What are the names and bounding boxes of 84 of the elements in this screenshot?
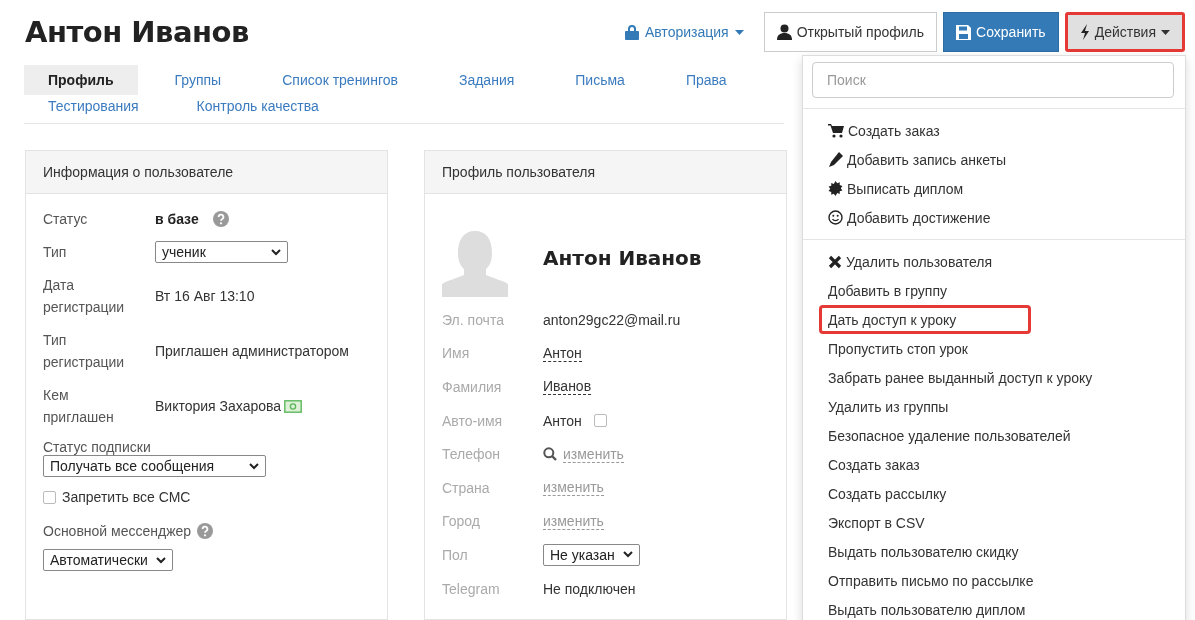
field-label: Имя — [442, 345, 471, 362]
field-label: Основной мессенджер — [43, 523, 192, 539]
field-label: Telegram — [442, 580, 501, 597]
tab[interactable]: Тестирования — [24, 95, 163, 117]
chevron-down-icon — [271, 248, 281, 256]
select-field[interactable]: Автоматически — [43, 549, 173, 571]
menu-item[interactable]: Выдать пользователю диплом — [819, 595, 1035, 620]
tab[interactable]: Права — [661, 65, 751, 95]
lock-icon — [624, 24, 639, 40]
menu-item[interactable]: Удалить пользователя — [819, 247, 1001, 276]
menu-item[interactable]: Добавить в группу — [819, 276, 956, 305]
menu-item[interactable]: Создать заказ — [819, 450, 929, 479]
field-value: Вт 16 Авг 13:10 — [155, 287, 255, 306]
checkbox[interactable] — [593, 414, 607, 428]
editable-value[interactable]: Иванов — [543, 378, 592, 396]
tab[interactable]: Профиль — [24, 65, 138, 95]
field-label: Пол — [442, 546, 469, 563]
tab[interactable]: Группы — [150, 65, 246, 95]
field-value: в базе — [155, 210, 199, 229]
select-field[interactable]: Получать все сообщения — [43, 455, 266, 477]
actions-dropdown-button[interactable]: Действия — [1064, 12, 1185, 52]
tab[interactable]: Список тренингов — [258, 65, 422, 95]
chevron-down-icon — [622, 551, 633, 559]
field-label: Кем приглашен — [43, 386, 115, 427]
tab[interactable]: Задания — [434, 65, 539, 95]
cart-icon — [828, 123, 844, 138]
select-field[interactable]: ученик — [155, 241, 288, 263]
select-field[interactable]: Не указан — [543, 543, 640, 566]
menu-item[interactable]: Создать заказ — [819, 116, 949, 145]
profile-name: Антон Иванов — [543, 245, 702, 270]
menu-item[interactable]: Добавить достижение — [819, 203, 1000, 232]
field-label: Фамилия — [442, 379, 503, 395]
help-icon — [212, 211, 229, 227]
user-icon — [776, 24, 792, 40]
tab[interactable]: Письма — [551, 65, 649, 95]
checkbox-label: Запретить все СМС — [62, 489, 191, 505]
checkbox[interactable] — [43, 490, 56, 504]
menu-item[interactable]: Создать рассылку — [819, 479, 956, 508]
page-title: Антон Иванов — [25, 15, 250, 49]
field-label: Тип регистрации — [43, 331, 126, 372]
field-value: anton29gc22@mail.ru — [543, 311, 681, 328]
chevron-down-icon — [249, 462, 259, 470]
save-button[interactable]: Сохранить — [943, 12, 1059, 52]
menu-item[interactable]: Экспорт в CSV — [819, 508, 934, 537]
menu-item[interactable]: Пропустить стоп урок — [819, 334, 977, 363]
field-label: Эл. почта — [442, 311, 505, 328]
close-icon — [828, 254, 842, 269]
menu-item[interactable]: Дать доступ к уроку — [819, 305, 1031, 334]
menu-item[interactable]: Добавить запись анкеты — [819, 145, 1016, 174]
menu-item[interactable]: Забрать ранее выданный доступ к уроку — [819, 363, 1102, 392]
search-icon — [543, 447, 557, 462]
tab[interactable]: Контроль качества — [172, 95, 343, 117]
smiley-icon — [828, 210, 843, 225]
menu-item[interactable]: Отправить письмо по рассылке — [819, 566, 1043, 595]
panel-title: Профиль пользователя — [425, 151, 786, 194]
seal-icon — [828, 181, 843, 196]
help-icon — [197, 523, 214, 539]
menu-item[interactable]: Безопасное удаление пользователей — [819, 421, 1080, 450]
field-value: Виктория Захарова — [155, 397, 282, 416]
field-label: Статус подписки — [43, 439, 151, 455]
authorization-dropdown[interactable]: Авторизация — [624, 24, 744, 40]
menu-item[interactable]: Выписать диплом — [819, 174, 973, 203]
field-label: Город — [442, 513, 481, 530]
public-profile-button[interactable]: Открытый профиль — [763, 12, 938, 52]
field-value: Антон — [543, 412, 582, 429]
search-field[interactable]: Поиск — [812, 62, 1174, 98]
menu-item[interactable]: Выдать пользователю скидку — [819, 537, 1028, 566]
caret-icon — [734, 29, 744, 35]
panel-title: Информация о пользователе — [26, 151, 387, 194]
field-label: Страна — [442, 479, 491, 496]
field-label: Статус — [43, 210, 89, 229]
banknote-icon — [284, 399, 303, 413]
field-label: Телефон — [442, 446, 502, 463]
pencil-icon — [828, 152, 843, 167]
field-label: Дата регистрации — [43, 276, 126, 317]
field-label: Авто-имя — [442, 412, 504, 429]
field-label: Тип — [43, 243, 68, 262]
chevron-down-icon — [155, 556, 166, 564]
caret-icon — [1161, 29, 1170, 35]
field-value: Не подключен — [543, 580, 636, 597]
lightning-bolt-icon — [1079, 24, 1090, 40]
menu-item[interactable]: Удалить из группы — [819, 392, 958, 421]
field-value: Приглашен администратором — [155, 342, 349, 361]
editable-value[interactable]: Антон — [543, 344, 582, 362]
